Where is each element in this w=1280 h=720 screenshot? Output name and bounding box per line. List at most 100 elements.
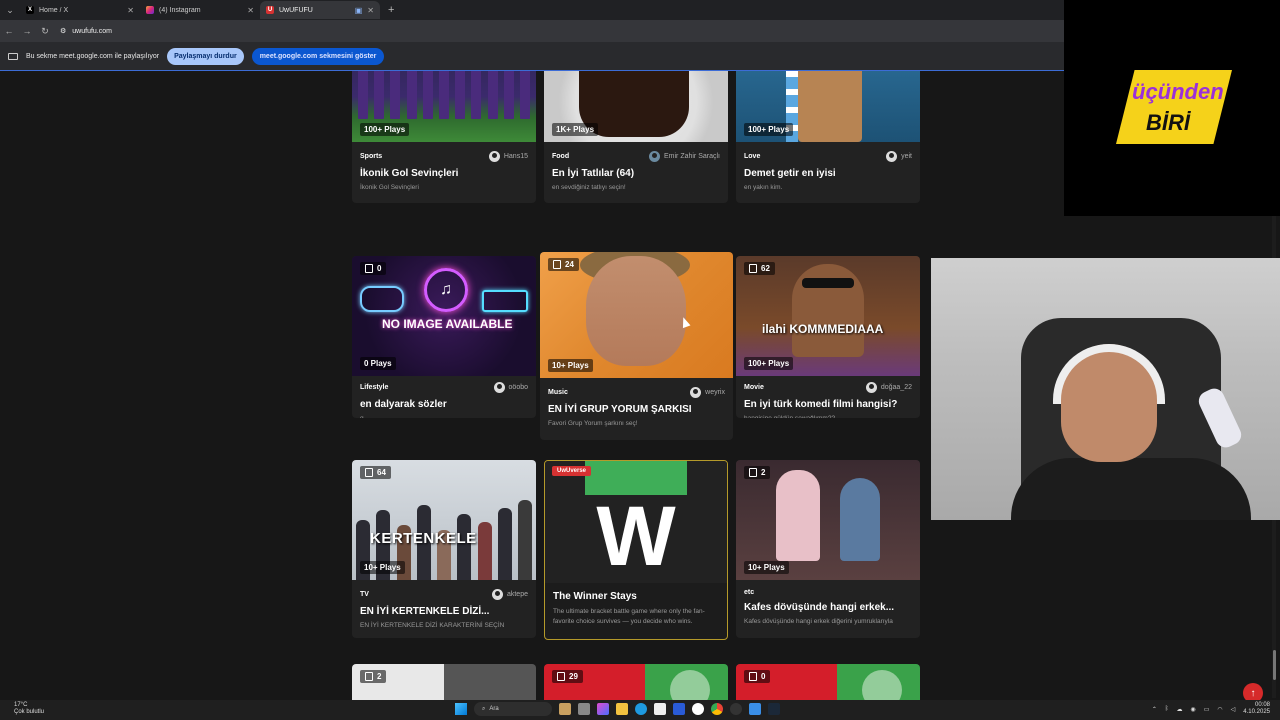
cloud-icon[interactable]: ☁ bbox=[1177, 706, 1183, 713]
author[interactable]: doğaa_22 bbox=[865, 382, 912, 393]
url-field[interactable]: ⚙ uwufufu.com bbox=[60, 27, 112, 36]
user-icon bbox=[690, 387, 702, 398]
card-title[interactable]: Kafes dövüşünde hangi erkek... bbox=[736, 596, 920, 613]
instagram-icon bbox=[146, 6, 154, 14]
logo-text-bottom: BİRİ bbox=[1146, 110, 1190, 135]
cards-icon bbox=[365, 264, 373, 273]
cards-icon bbox=[553, 260, 561, 269]
game-card[interactable]: KERTENKELE 64 10+ Plays TV aktepe EN İYİ… bbox=[352, 460, 536, 638]
card-title[interactable]: Demet getir en iyisi bbox=[736, 162, 920, 179]
url-text: uwufufu.com bbox=[72, 27, 112, 35]
widget-icon[interactable] bbox=[559, 703, 571, 715]
cards-icon bbox=[749, 468, 757, 477]
item-count-badge: 64 bbox=[360, 466, 391, 479]
task-view-icon[interactable] bbox=[578, 703, 590, 715]
tab-uwufufu[interactable]: U UwUFUFU ▣ ✕ bbox=[260, 1, 380, 19]
card-title[interactable]: EN İYİ GRUP YORUM ŞARKISI bbox=[540, 398, 733, 415]
photos-icon[interactable] bbox=[749, 703, 761, 715]
card-thumbnail: ilahi KOMMMEDIAAA 62 100+ Plays bbox=[736, 256, 920, 376]
site-info-icon[interactable]: ⚙ bbox=[60, 27, 66, 35]
tab-search-icon[interactable]: ⌄ bbox=[0, 0, 20, 20]
card-title[interactable]: En iyi türk komedi filmi hangisi? bbox=[736, 393, 920, 410]
user-icon bbox=[488, 151, 500, 162]
thumbnail-caption: KERTENKELE bbox=[370, 530, 477, 547]
game-card[interactable]: 0 bbox=[736, 664, 920, 700]
winner-stays-logo: W bbox=[596, 489, 676, 583]
category-label: Movie bbox=[744, 384, 764, 391]
cards-icon bbox=[557, 672, 565, 681]
tab-instagram[interactable]: (4) Instagram ✕ bbox=[140, 1, 260, 19]
author-name: oöobo bbox=[508, 384, 528, 391]
card-thumbnail: 100+ Plays bbox=[736, 71, 920, 142]
card-thumbnail: 1K+ Plays bbox=[544, 71, 728, 142]
card-description: İkonik Gol Sevinçleri bbox=[360, 184, 419, 191]
card-title[interactable]: en dalyarak sözler bbox=[352, 393, 536, 410]
item-count-badge: 24 bbox=[548, 258, 579, 271]
item-count-badge: 62 bbox=[744, 262, 775, 275]
windows-start-icon[interactable] bbox=[455, 703, 467, 715]
weather-widget[interactable]: 17°C Çok bulutlu bbox=[14, 702, 44, 716]
reload-icon[interactable]: ↻ bbox=[36, 26, 54, 37]
card-thumbnail: 2 10+ Plays bbox=[736, 460, 920, 580]
card-title[interactable]: İkonik Gol Sevinçleri bbox=[352, 162, 536, 179]
wifi-icon[interactable]: ◠ bbox=[1217, 706, 1222, 713]
close-tab-icon[interactable]: ✕ bbox=[127, 6, 134, 15]
obs-icon[interactable] bbox=[730, 703, 742, 715]
store-icon[interactable] bbox=[654, 703, 666, 715]
file-explorer-icon[interactable] bbox=[616, 703, 628, 715]
author[interactable]: oöobo bbox=[493, 382, 528, 393]
yandex-icon[interactable] bbox=[692, 703, 704, 715]
promo-card-winner-stays[interactable]: W UwUverse The Winner Stays The ultimate… bbox=[544, 460, 728, 640]
item-count-badge: 0 bbox=[744, 670, 771, 683]
new-tab-button[interactable]: + bbox=[380, 4, 402, 16]
edge-icon[interactable] bbox=[635, 703, 647, 715]
copilot-icon[interactable] bbox=[597, 703, 609, 715]
author[interactable]: Emir Zahir Saraçlı bbox=[648, 151, 720, 162]
tab-title: Home / X bbox=[39, 6, 69, 14]
game-card-hovered[interactable]: 24 10+ Plays Music weyrix EN İYİ GRUP YO… bbox=[540, 252, 733, 440]
windows-taskbar: 17°C Çok bulutlu ⌕ Ara ⌃ ᛒ ☁ ◉ ▭ ◠ ◁ 00:0… bbox=[0, 700, 1280, 720]
card-title[interactable]: EN İYİ KERTENKELE DİZİ... bbox=[352, 600, 536, 617]
volume-icon[interactable]: ◁ bbox=[1231, 706, 1236, 713]
author[interactable]: aktepe bbox=[491, 589, 528, 600]
close-tab-icon[interactable]: ✕ bbox=[367, 6, 374, 15]
game-card[interactable]: 100+ Plays Sports Hans15 İkonik Gol Sevi… bbox=[352, 71, 536, 203]
show-meet-tab-button[interactable]: meet.google.com sekmesini göster bbox=[251, 47, 385, 65]
forward-icon[interactable]: → bbox=[18, 26, 36, 36]
game-card[interactable]: 29 bbox=[544, 664, 728, 700]
close-tab-icon[interactable]: ✕ bbox=[247, 6, 254, 15]
steam-icon[interactable] bbox=[768, 703, 780, 715]
user-icon bbox=[493, 382, 505, 393]
chrome-icon[interactable] bbox=[711, 703, 723, 715]
cards-icon bbox=[749, 672, 757, 681]
author-name: doğaa_22 bbox=[880, 384, 912, 391]
tab-home-x[interactable]: X Home / X ✕ bbox=[20, 1, 140, 19]
back-icon[interactable]: ← bbox=[0, 26, 18, 36]
monitor-icon[interactable]: ▭ bbox=[1204, 706, 1210, 713]
stop-sharing-button[interactable]: Paylaşmayı durdur bbox=[167, 47, 244, 65]
card-description: hangisine güldün sewağlımm?? bbox=[736, 410, 920, 418]
system-clock[interactable]: 00:08 4.10.2025 bbox=[1243, 702, 1270, 716]
x-logo-icon: X bbox=[26, 6, 34, 14]
vscode-icon[interactable] bbox=[673, 703, 685, 715]
card-title[interactable]: En İyi Tatlılar (64) bbox=[544, 162, 728, 179]
taskbar-search[interactable]: ⌕ Ara bbox=[474, 702, 552, 716]
author[interactable]: Hans15 bbox=[488, 151, 528, 162]
search-icon: ⌕ bbox=[482, 705, 486, 712]
category-label: etc bbox=[744, 589, 755, 596]
card-title[interactable]: The Winner Stays bbox=[545, 583, 727, 602]
thumbnail-caption: ilahi KOMMMEDIAAA bbox=[762, 322, 884, 336]
category-label: Food bbox=[552, 153, 570, 160]
scrollbar-thumb[interactable] bbox=[1273, 650, 1276, 680]
author[interactable]: weyrix bbox=[690, 387, 725, 398]
game-card[interactable]: 2 bbox=[352, 664, 536, 700]
author[interactable]: yeit bbox=[886, 151, 912, 162]
mic-tray-icon[interactable]: ◉ bbox=[1191, 706, 1196, 713]
game-card[interactable]: 2 10+ Plays etc Kafes dövüşünde hangi er… bbox=[736, 460, 920, 638]
bluetooth-icon[interactable]: ᛒ bbox=[1165, 706, 1169, 712]
game-card[interactable]: ♫ NO IMAGE AVAILABLE 0 0 Plays Lifestyle… bbox=[352, 256, 536, 418]
game-card[interactable]: 1K+ Plays Food Emir Zahir Saraçlı En İyi… bbox=[544, 71, 728, 203]
game-card[interactable]: ilahi KOMMMEDIAAA 62 100+ Plays Movie do… bbox=[736, 256, 920, 418]
game-card[interactable]: 100+ Plays Love yeit Demet getir en iyis… bbox=[736, 71, 920, 203]
chevron-up-icon[interactable]: ⌃ bbox=[1152, 706, 1157, 713]
